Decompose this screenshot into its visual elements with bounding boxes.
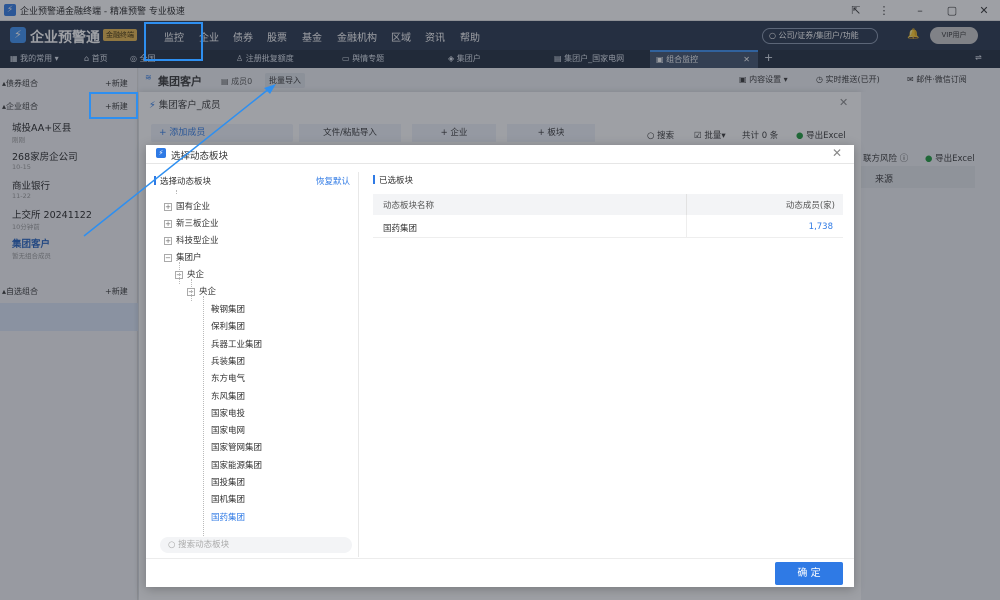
annotation-arrow [83,84,276,237]
arrow-line [83,87,271,237]
arrow-head [264,84,276,94]
